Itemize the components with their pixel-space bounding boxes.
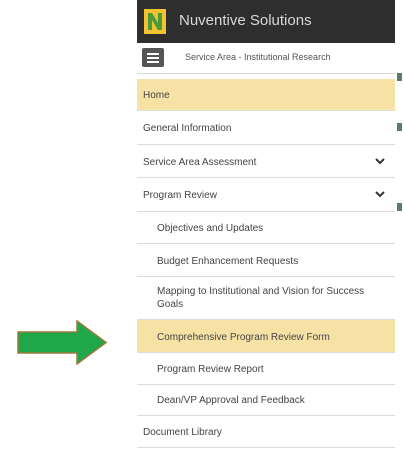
nav-item-label: Objectives and Updates [157,223,264,234]
app-header: Nuventive Solutions [137,0,395,43]
nav-item-label: General Information [143,123,232,134]
nav-item-document-library[interactable]: Document Library [137,416,395,448]
right-arrow-icon [17,320,107,365]
nav-item-program-review-report[interactable]: Program Review Report [137,353,395,385]
nav-item-label: Program Review Report [157,364,264,375]
nav-item-budget-enhancement-requests[interactable]: Budget Enhancement Requests [137,244,395,277]
nav-item-label: Dean/VP Approval and Feedback [157,395,305,406]
nuventive-logo-icon [144,9,166,34]
nav-item-label: Home [143,90,170,101]
nav-item-service-area-assessment[interactable]: Service Area Assessment [137,145,395,178]
content-scroll-edge [395,43,404,470]
nav-item-general-information[interactable]: General Information [137,111,395,145]
app-title: Nuventive Solutions [179,12,312,29]
nav-item-label: Mapping to Institutional and Vision for … [157,286,365,310]
breadcrumb: Service Area - Institutional Research [137,43,395,74]
nav-item-mapping-goals[interactable]: Mapping to Institutional and Vision for … [137,277,395,320]
breadcrumb-text: Service Area - Institutional Research [185,52,331,62]
chevron-down-icon[interactable] [375,158,385,165]
nav-item-label: Program Review [143,190,217,201]
nav-item-dean-vp-approval[interactable]: Dean/VP Approval and Feedback [137,385,395,416]
nav-item-objectives-and-updates[interactable]: Objectives and Updates [137,212,395,244]
chevron-down-icon[interactable] [375,191,385,198]
hamburger-menu-icon[interactable] [142,48,164,67]
nav-item-label: Service Area Assessment [143,157,257,168]
nav-item-label: Comprehensive Program Review Form [157,332,330,343]
nav-item-program-review[interactable]: Program Review [137,178,395,212]
nav-item-label: Budget Enhancement Requests [157,256,299,267]
nav-item-label: Document Library [143,427,222,438]
app-window: Nuventive Solutions Service Area - Insti… [137,0,404,470]
nav-item-home[interactable]: Home [137,79,395,111]
nav-item-comprehensive-program-review-form[interactable]: Comprehensive Program Review Form [137,320,395,353]
